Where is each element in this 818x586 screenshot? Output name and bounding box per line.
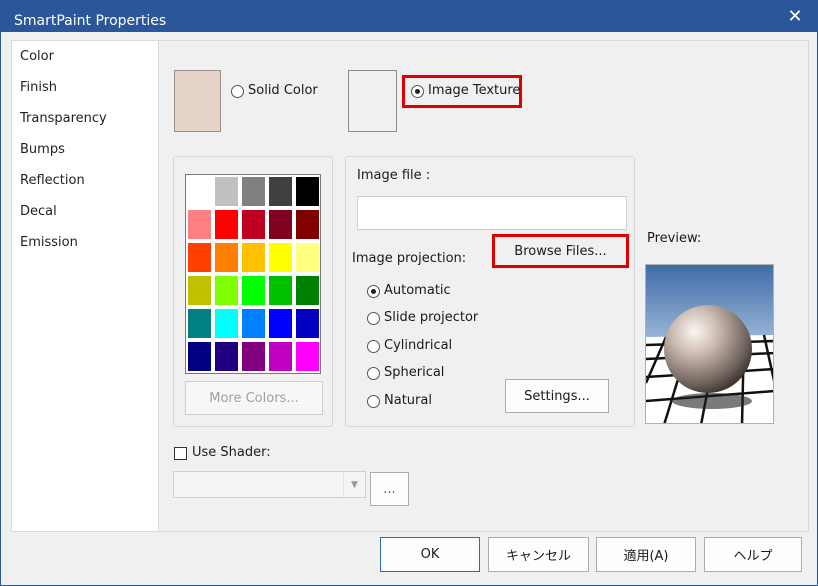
- palette-color-swatch[interactable]: [295, 209, 320, 240]
- projection-automatic-radio[interactable]: [367, 285, 380, 298]
- color-palette: [185, 174, 321, 374]
- image-texture-radio[interactable]: [411, 85, 424, 98]
- sidebar-item-decal[interactable]: Decal: [20, 204, 57, 219]
- sidebar-item-emission[interactable]: Emission: [20, 235, 78, 250]
- projection-cylindrical-label: Cylindrical: [384, 338, 453, 353]
- palette-color-swatch[interactable]: [187, 275, 212, 306]
- palette-color-swatch[interactable]: [268, 308, 293, 339]
- palette-color-swatch[interactable]: [241, 275, 266, 306]
- palette-color-swatch[interactable]: [214, 209, 239, 240]
- image-file-input[interactable]: [357, 196, 627, 230]
- shader-combo[interactable]: ▼: [173, 471, 366, 498]
- palette-color-swatch[interactable]: [214, 341, 239, 372]
- palette-color-swatch[interactable]: [241, 308, 266, 339]
- projection-slide-projector-label: Slide projector: [384, 310, 479, 325]
- help-button[interactable]: ヘルプ: [704, 537, 802, 572]
- palette-color-swatch[interactable]: [295, 242, 320, 273]
- image-projection-label: Image projection:: [352, 251, 467, 266]
- close-icon[interactable]: ✕: [772, 0, 818, 32]
- sidebar-item-color[interactable]: Color: [20, 49, 54, 64]
- palette-color-swatch[interactable]: [268, 209, 293, 240]
- window-title: SmartPaint Properties: [14, 13, 167, 29]
- palette-color-swatch[interactable]: [295, 308, 320, 339]
- projection-natural-radio[interactable]: [367, 395, 380, 408]
- projection-slide-projector-radio[interactable]: [367, 312, 380, 325]
- chevron-down-icon: ▼: [343, 472, 365, 497]
- palette-color-swatch[interactable]: [187, 308, 212, 339]
- settings-button[interactable]: Settings...: [505, 379, 609, 413]
- palette-color-swatch[interactable]: [214, 176, 239, 207]
- sidebar-item-bumps[interactable]: Bumps: [20, 142, 65, 157]
- use-shader-label: Use Shader:: [192, 445, 271, 460]
- palette-color-swatch[interactable]: [187, 176, 212, 207]
- palette-color-swatch[interactable]: [295, 341, 320, 372]
- palette-color-swatch[interactable]: [241, 242, 266, 273]
- projection-spherical-radio[interactable]: [367, 367, 380, 380]
- solid-color-radio[interactable]: [231, 85, 244, 98]
- shader-browse-button[interactable]: ...: [370, 472, 409, 506]
- projection-cylindrical-radio[interactable]: [367, 340, 380, 353]
- palette-color-swatch[interactable]: [268, 275, 293, 306]
- palette-color-swatch[interactable]: [214, 275, 239, 306]
- palette-color-swatch[interactable]: [187, 209, 212, 240]
- solid-color-label: Solid Color: [248, 83, 318, 98]
- palette-color-swatch[interactable]: [268, 341, 293, 372]
- sidebar-item-finish[interactable]: Finish: [20, 80, 57, 95]
- palette-color-swatch[interactable]: [241, 341, 266, 372]
- projection-automatic-label: Automatic: [384, 283, 451, 298]
- browse-files-button[interactable]: Browse Files...: [496, 237, 625, 265]
- palette-color-swatch[interactable]: [268, 242, 293, 273]
- palette-color-swatch[interactable]: [268, 176, 293, 207]
- preview-sphere-render: [646, 265, 773, 423]
- palette-color-swatch[interactable]: [295, 176, 320, 207]
- image-texture-label: Image Texture: [428, 83, 521, 98]
- palette-color-swatch[interactable]: [187, 242, 212, 273]
- solid-color-swatch[interactable]: [174, 70, 221, 132]
- palette-color-swatch[interactable]: [241, 209, 266, 240]
- category-list: Color Finish Transparency Bumps Reflecti…: [11, 40, 159, 532]
- ok-button[interactable]: OK: [380, 537, 480, 572]
- sidebar-item-reflection[interactable]: Reflection: [20, 173, 85, 188]
- texture-swatch[interactable]: [348, 70, 397, 132]
- preview-label: Preview:: [647, 231, 702, 246]
- image-file-label: Image file :: [357, 168, 431, 183]
- apply-button[interactable]: 適用(A): [596, 537, 696, 572]
- projection-spherical-label: Spherical: [384, 365, 445, 380]
- palette-color-swatch[interactable]: [187, 341, 212, 372]
- material-preview-image: [645, 264, 774, 424]
- cancel-button[interactable]: キャンセル: [488, 537, 589, 572]
- palette-color-swatch[interactable]: [241, 176, 266, 207]
- use-shader-checkbox[interactable]: [174, 447, 187, 460]
- palette-color-swatch[interactable]: [214, 308, 239, 339]
- palette-color-swatch[interactable]: [295, 275, 320, 306]
- palette-color-swatch[interactable]: [214, 242, 239, 273]
- projection-natural-label: Natural: [384, 393, 432, 408]
- more-colors-button[interactable]: More Colors...: [185, 381, 323, 415]
- sidebar-item-transparency[interactable]: Transparency: [20, 111, 107, 126]
